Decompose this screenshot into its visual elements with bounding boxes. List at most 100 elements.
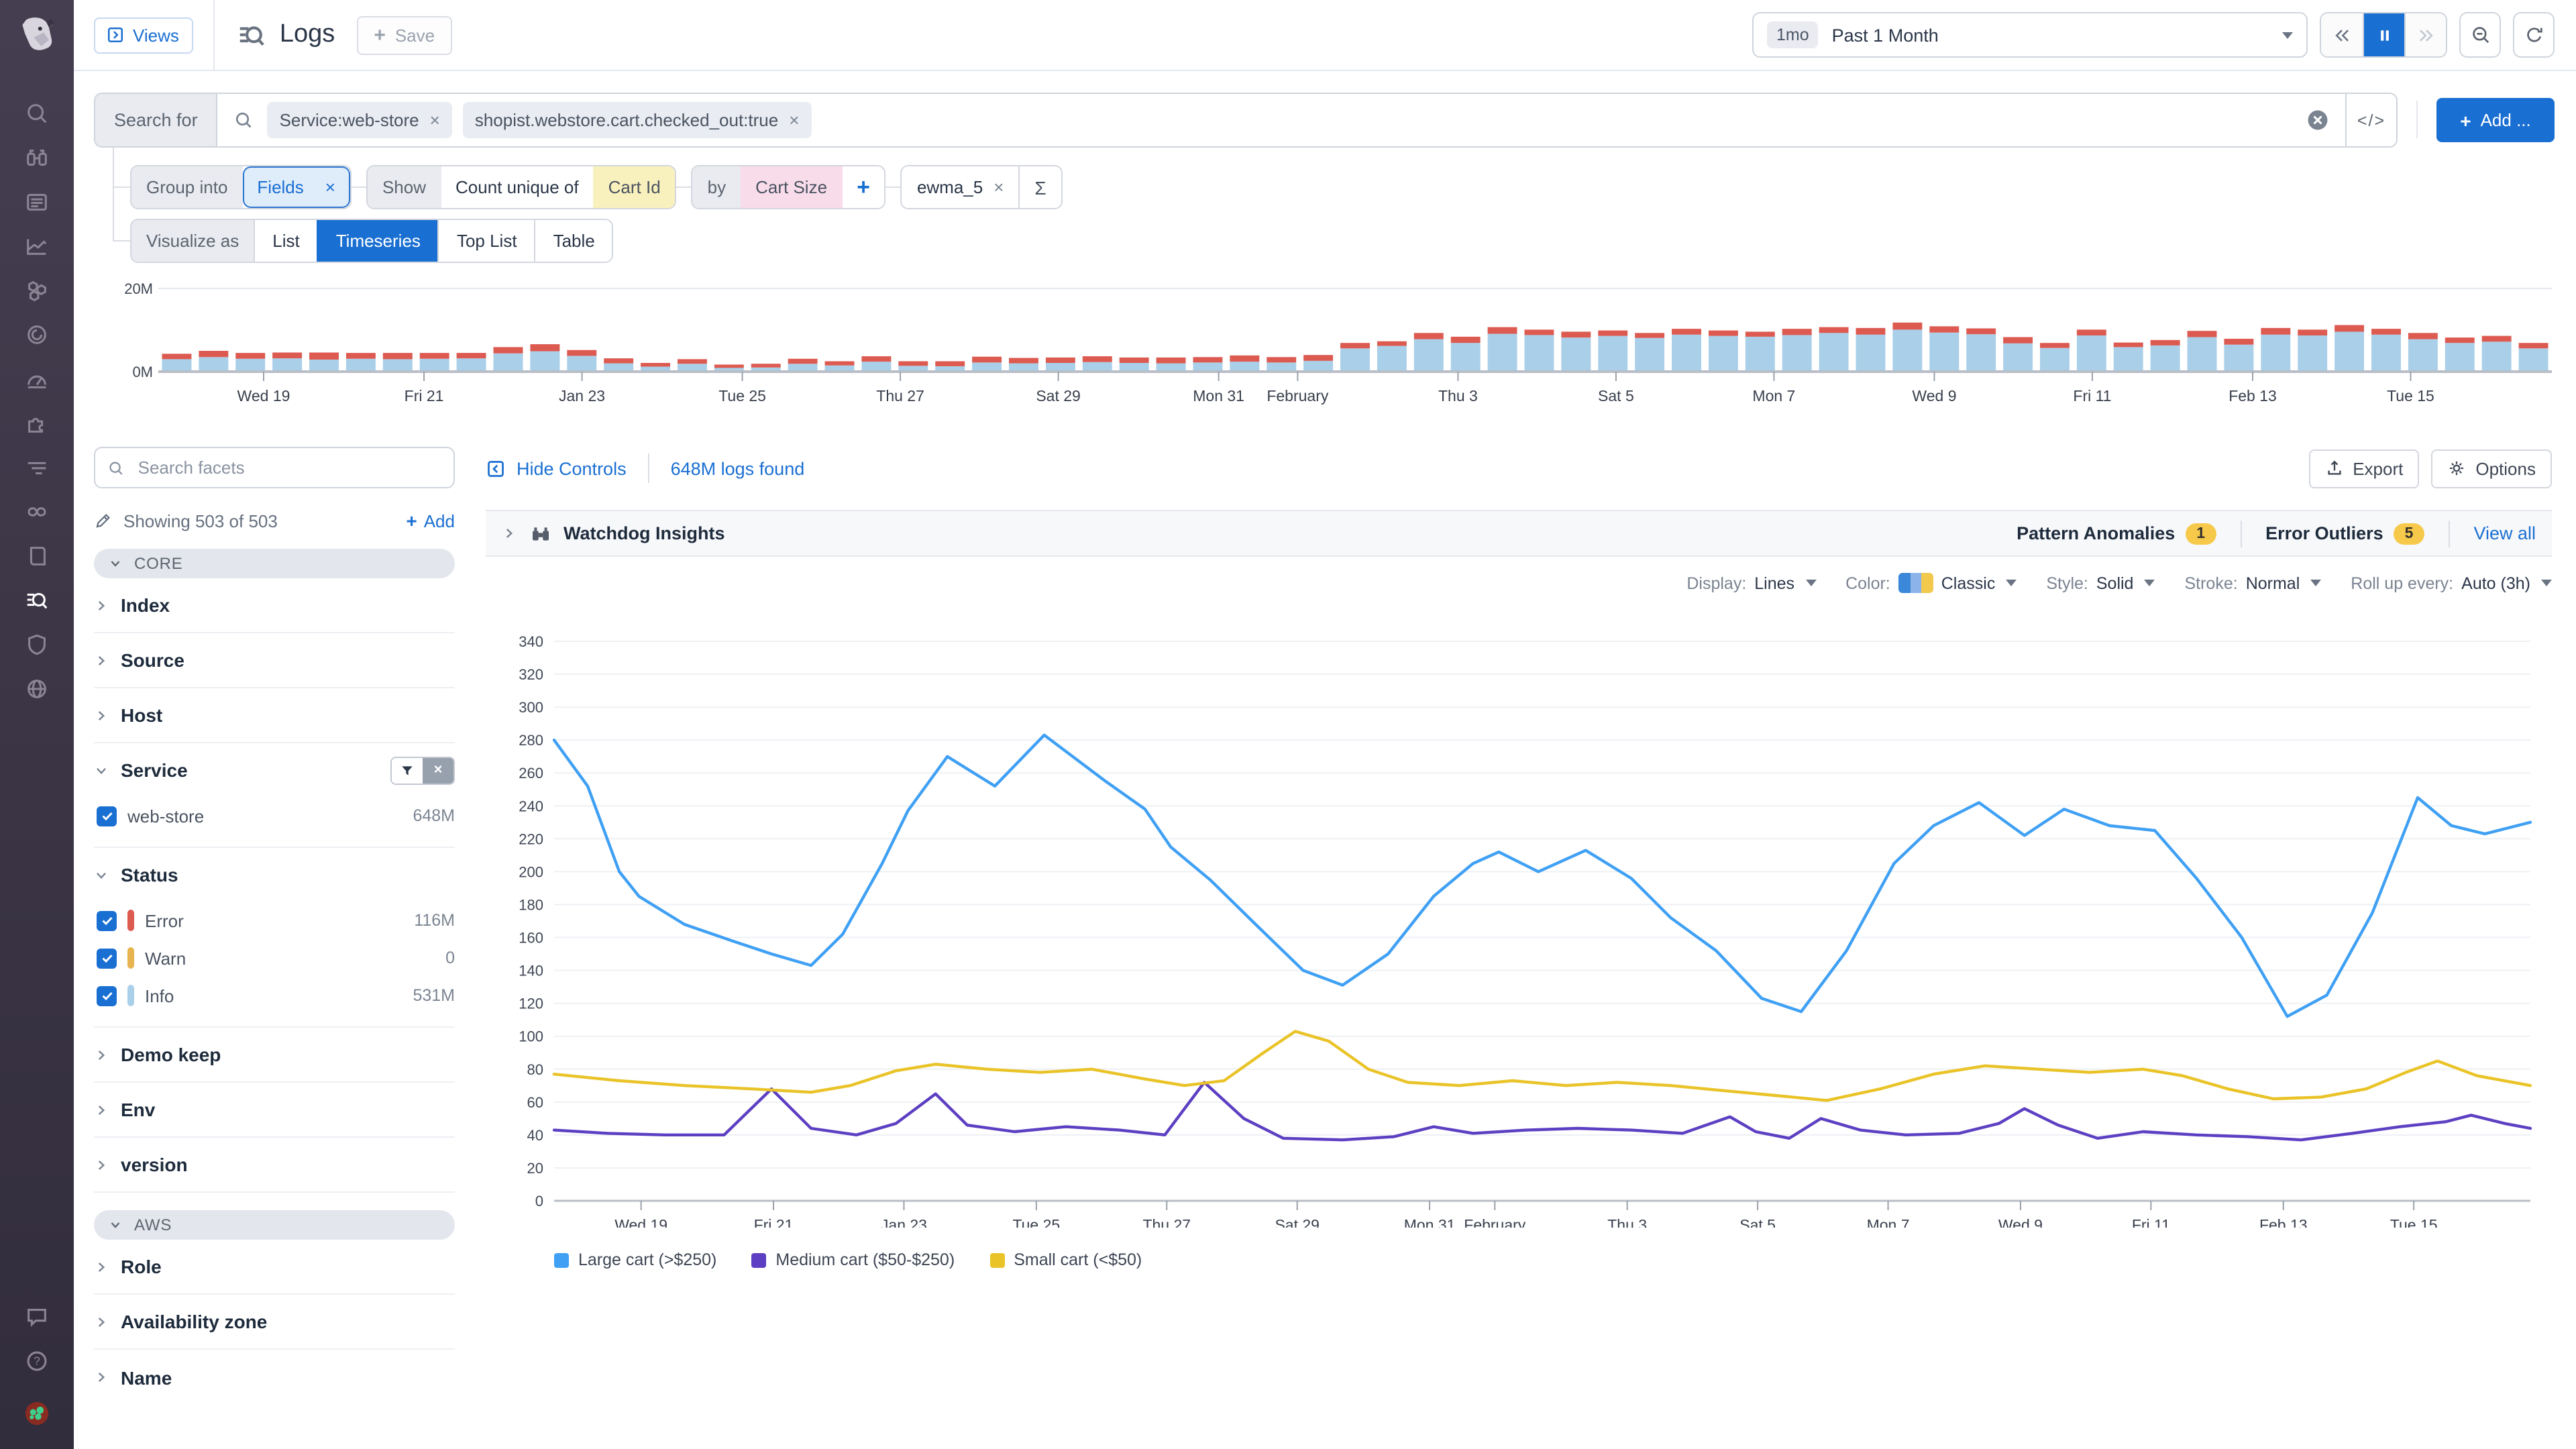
log-volume-chart[interactable]: 20M0MWed 19Fri 21Jan 23Tue 25Thu 27Sat 2… — [74, 275, 2576, 436]
control-dropdown-stroke[interactable]: Normal — [2246, 574, 2322, 592]
aggregation-value[interactable]: Count unique of — [441, 166, 594, 208]
remove-icon[interactable]: × — [430, 110, 440, 130]
integrations-icon[interactable] — [13, 401, 61, 445]
add-query-button[interactable]: + Add ... — [2436, 98, 2555, 142]
datadog-logo[interactable] — [0, 0, 74, 72]
legend-item[interactable]: Small cart (<$50) — [989, 1250, 1142, 1269]
logs-found-link[interactable]: 648M logs found — [671, 458, 805, 478]
facet-section-role[interactable]: Role — [94, 1240, 455, 1295]
watchdog-icon[interactable] — [13, 136, 61, 180]
remove-icon[interactable]: × — [325, 177, 335, 197]
filter-icon[interactable] — [392, 757, 423, 783]
facet-section-host[interactable]: Host — [94, 688, 455, 743]
remove-icon[interactable]: × — [994, 177, 1004, 197]
facet-name: Index — [121, 594, 170, 616]
measure-field-chip[interactable]: Cart Id — [594, 166, 676, 208]
pipelines-icon[interactable] — [13, 445, 61, 490]
facet-header[interactable]: Service× — [94, 743, 455, 797]
function-chip[interactable]: ewma_5 × — [902, 166, 1018, 208]
options-button[interactable]: Options — [2431, 449, 2552, 488]
timeseries-chart[interactable]: 0204060801001201401601802002202402602803… — [486, 617, 2552, 1269]
views-button[interactable]: Views — [94, 17, 194, 53]
visualize-option-list[interactable]: List — [254, 220, 317, 262]
facet-section-availability-zone[interactable]: Availability zone — [94, 1295, 455, 1350]
binoculars-icon — [530, 523, 551, 544]
facet-value-row[interactable]: web-store648M — [94, 797, 455, 835]
control-dropdown-style[interactable]: Solid — [2096, 574, 2155, 592]
export-button[interactable]: Export — [2308, 449, 2419, 488]
by-field-chip[interactable]: Cart Size — [741, 166, 842, 208]
function-control[interactable]: ewma_5 × Σ — [901, 165, 1063, 209]
checkbox-checked[interactable] — [97, 806, 117, 826]
facet-section-name[interactable]: Name — [94, 1350, 455, 1405]
refresh-button[interactable] — [2513, 12, 2555, 58]
facet-search-box[interactable] — [94, 447, 455, 488]
clear-search-button[interactable] — [2306, 109, 2329, 131]
control-dropdown-roll-up-every[interactable]: Auto (3h) — [2461, 574, 2552, 592]
watchdog-item-error-outliers[interactable]: Error Outliers5 — [2265, 523, 2424, 544]
chevron-down-icon — [2282, 32, 2293, 38]
apm-icon[interactable] — [13, 313, 61, 357]
user-avatar[interactable] — [13, 1391, 61, 1436]
checkbox-checked[interactable] — [97, 985, 117, 1006]
pencil-icon[interactable] — [94, 511, 113, 530]
search-filter-chip[interactable]: Service:web-store× — [268, 102, 452, 138]
pause-button[interactable] — [2363, 13, 2404, 56]
hide-controls-button[interactable]: Hide Controls — [486, 458, 627, 478]
save-button[interactable]: + Save — [356, 15, 452, 54]
zoom-out-button[interactable] — [2459, 12, 2501, 58]
time-range-select[interactable]: 1mo Past 1 Month — [1752, 12, 2308, 58]
step-back-button[interactable] — [2321, 13, 2363, 56]
show-measure-control[interactable]: Show Count unique of Cart Id — [366, 165, 677, 209]
group-into-control[interactable]: Group into Fields × — [130, 165, 352, 209]
sigma-function-button[interactable]: Σ — [1018, 166, 1061, 208]
remove-icon[interactable]: × — [789, 110, 799, 130]
add-facet-button[interactable]: + Add — [406, 510, 455, 531]
legend-item[interactable]: Medium cart ($50-$250) — [751, 1250, 955, 1269]
log-search-bar[interactable]: Search for Service:web-store×shopist.web… — [94, 93, 2398, 148]
facet-group-aws[interactable]: AWS — [94, 1210, 455, 1240]
facet-value-row[interactable]: Info531M — [94, 977, 455, 1014]
chat-icon[interactable] — [13, 1295, 61, 1339]
metrics-icon[interactable] — [13, 224, 61, 268]
logs-icon[interactable] — [13, 578, 61, 623]
visualize-option-top-list[interactable]: Top List — [438, 220, 535, 262]
facet-section-demo-keep[interactable]: Demo keep — [94, 1028, 455, 1083]
checkbox-checked[interactable] — [97, 948, 117, 968]
facet-value-row[interactable]: Warn0 — [94, 939, 455, 977]
facet-filter-toggle[interactable]: × — [390, 756, 455, 784]
infrastructure-icon[interactable] — [13, 268, 61, 313]
group-fields-chip[interactable]: Fields × — [242, 166, 350, 208]
serverless-icon[interactable] — [13, 667, 61, 711]
facet-section-source[interactable]: Source — [94, 633, 455, 688]
legend-item[interactable]: Large cart (>$250) — [554, 1250, 716, 1269]
events-icon[interactable] — [13, 180, 61, 224]
facet-group-core[interactable]: CORE — [94, 549, 455, 578]
control-dropdown-display[interactable]: Lines — [1754, 574, 1816, 592]
facet-search-input[interactable] — [136, 456, 441, 479]
facet-header[interactable]: Status — [94, 848, 455, 902]
facet-section-version[interactable]: version — [94, 1138, 455, 1193]
search-icon[interactable] — [13, 91, 61, 136]
facet-value-row[interactable]: Error116M — [94, 902, 455, 939]
visualize-option-table[interactable]: Table — [535, 220, 612, 262]
dashboards-icon[interactable] — [13, 357, 61, 401]
ci-icon[interactable] — [13, 490, 61, 534]
facet-section-env[interactable]: Env — [94, 1083, 455, 1138]
watchdog-insights-bar[interactable]: Watchdog Insights Pattern Anomalies1Erro… — [486, 510, 2552, 557]
step-forward-button[interactable] — [2404, 13, 2446, 56]
group-by-control[interactable]: by Cart Size + — [692, 165, 886, 209]
code-view-button[interactable]: </> — [2345, 94, 2396, 146]
facet-section-index[interactable]: Index — [94, 578, 455, 633]
add-group-by-button[interactable]: + — [842, 166, 885, 208]
visualize-option-timeseries[interactable]: Timeseries — [317, 220, 438, 262]
search-filter-chip[interactable]: shopist.webstore.cart.checked_out:true× — [463, 102, 812, 138]
notebooks-icon[interactable] — [13, 534, 61, 578]
clear-filter-icon[interactable]: × — [423, 757, 453, 783]
checkbox-checked[interactable] — [97, 910, 117, 930]
security-icon[interactable] — [13, 623, 61, 667]
view-all-link[interactable]: View all — [2473, 523, 2536, 543]
watchdog-item-pattern-anomalies[interactable]: Pattern Anomalies1 — [2017, 523, 2216, 544]
control-dropdown-color[interactable]: Classic — [1898, 573, 2017, 593]
help-icon[interactable]: ? — [13, 1339, 61, 1383]
